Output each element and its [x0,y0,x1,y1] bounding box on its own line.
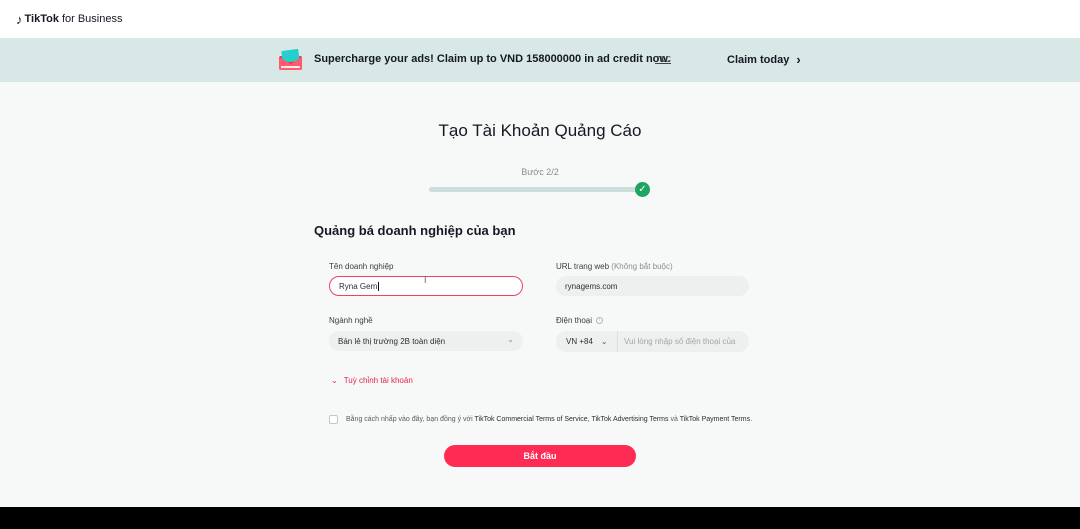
terms-conditions-link[interactable]: T&C [655,55,671,64]
phone-label-text: Điện thoại [556,316,593,325]
progress-fill [429,187,639,192]
website-url-input[interactable]: rynagems.com [556,276,749,296]
promo-banner: Supercharge your ads! Claim up to VND 15… [0,38,1080,82]
commercial-terms-link[interactable]: TikTok Commercial Terms of Service, [475,416,590,423]
start-button[interactable]: Bắt đầu [444,445,636,467]
industry-label: Ngành nghề [329,316,373,325]
industry-select[interactable]: Bán lẻ thị trường 2B toàn diện ⌄ [329,331,523,351]
phone-label: Điện thoại i [556,316,604,325]
info-icon[interactable]: i [596,317,604,325]
terms-agreement: Bằng cách nhấp vào đây, bạn đồng ý với T… [329,415,752,424]
terms-checkbox[interactable] [329,415,338,424]
business-name-value: Ryna Gem [339,281,378,291]
top-navbar: ♪ TikTok for Business [0,0,1080,38]
section-title: Quảng bá doanh nghiệp của bạn [314,223,516,238]
chevron-down-icon: ⌄ [331,376,338,385]
logo-subtitle: for Business [61,13,123,25]
step-indicator: Bước 2/2 [521,167,559,177]
industry-value: Bán lẻ thị trường 2B toàn diện [338,336,446,346]
terms-prefix: Bằng cách nhấp vào đây, bạn đồng ý với [346,416,473,423]
phone-field: VN +84 ⌄ [556,331,749,352]
customize-account-label: Tuỳ chỉnh tài khoản [343,376,413,385]
advertising-terms-link[interactable]: TikTok Advertising Terms [591,416,668,423]
ibeam-cursor-icon: I [424,275,427,285]
claim-today-link[interactable]: Claim today › [727,53,801,66]
optional-hint: (Không bắt buộc) [611,262,673,271]
country-code-value: VN +84 [566,337,593,346]
payment-terms-link[interactable]: TikTok Payment Terms. [680,416,752,423]
chevron-down-icon: ⌄ [600,337,608,346]
bottom-black-bar [0,507,1080,529]
website-url-value: rynagems.com [565,281,618,291]
logo-brand: TikTok [24,13,59,25]
tiktok-business-logo[interactable]: ♪ TikTok for Business [16,13,122,26]
website-url-label-text: URL trang web [556,262,610,271]
page-title: Tạo Tài Khoản Quảng Cáo [438,121,642,140]
terms-text: Bằng cách nhấp vào đây, bạn đồng ý với T… [346,416,752,423]
envelope-gift-icon [279,49,302,70]
website-url-label: URL trang web (Không bắt buộc) [556,262,673,271]
business-name-label: Tên doanh nghiệp [329,262,394,271]
progress-bar [429,187,639,192]
chevron-right-icon: › [796,52,801,67]
country-code-select[interactable]: VN +84 ⌄ [556,331,618,352]
tiktok-note-icon: ♪ [16,11,23,27]
claim-today-label: Claim today [727,53,790,66]
check-icon: ✓ [635,182,650,197]
customize-account-toggle[interactable]: ⌄ Tuỳ chỉnh tài khoản [331,376,413,385]
terms-and: và [670,416,678,423]
promo-text: Supercharge your ads! Claim up to VND 15… [314,53,671,65]
text-caret [378,281,380,291]
chevron-down-icon: ⌄ [507,335,514,344]
phone-number-input[interactable] [618,337,743,346]
